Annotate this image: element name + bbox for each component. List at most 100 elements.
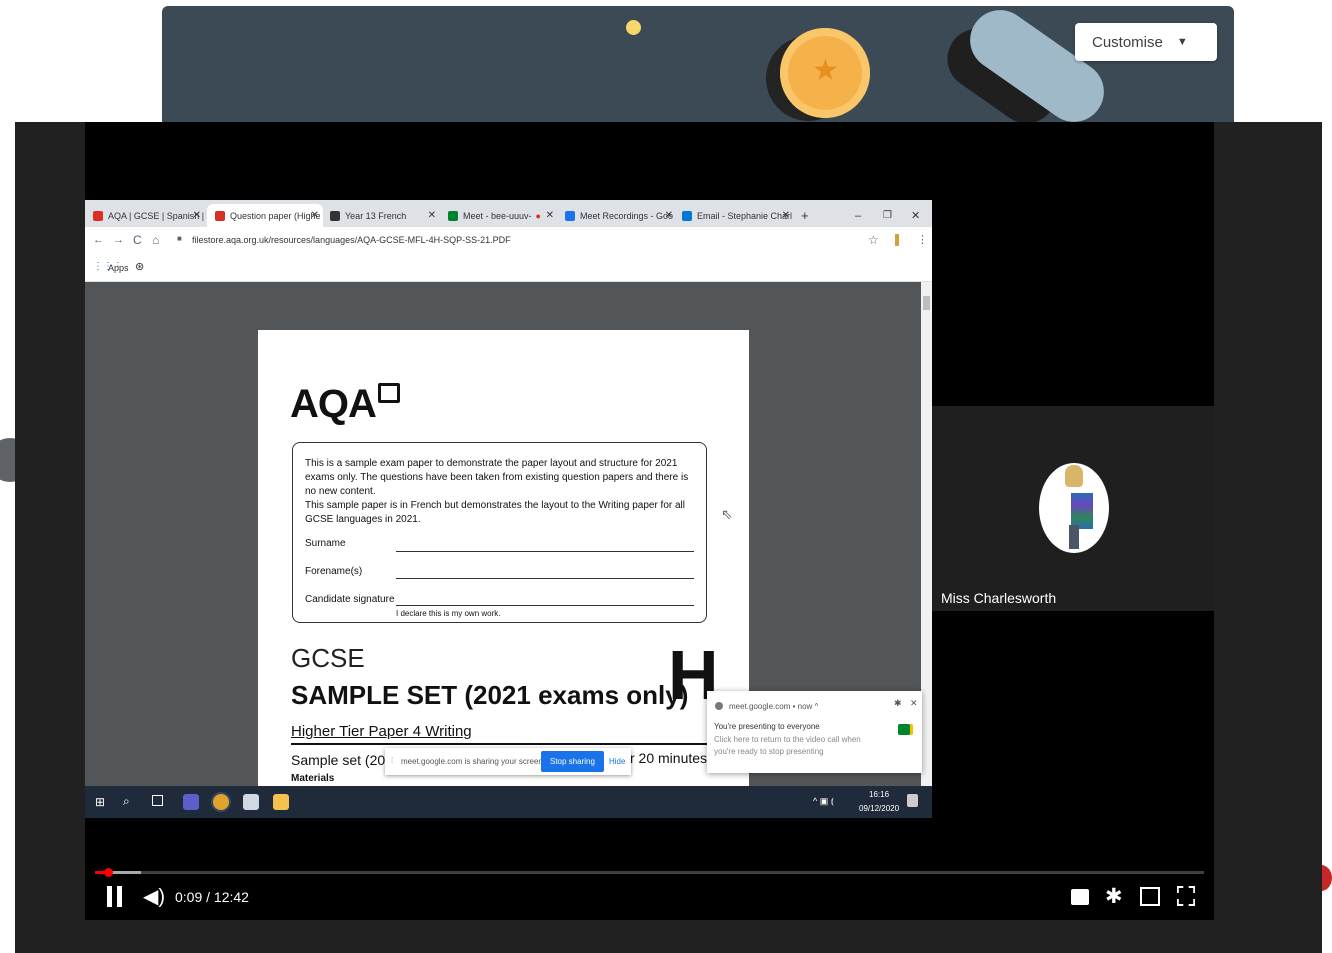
tab-strip: AQA | GCSE | Spanish | ✕ Question paper … <box>85 200 932 227</box>
forenames-label: Forename(s) <box>305 566 363 577</box>
banner-dot <box>626 20 641 35</box>
subtitles-icon[interactable] <box>1071 889 1089 905</box>
windows-start-icon[interactable]: ⊞ <box>95 795 105 809</box>
tab-label: Email - Stephanie Charl <box>697 210 793 221</box>
intro-text-2: This sample paper is in French but demon… <box>305 500 686 525</box>
signature-line <box>396 605 694 606</box>
minimize-button[interactable]: – <box>855 204 867 227</box>
chrome-icon <box>715 702 723 710</box>
settings-icon[interactable]: ✱ <box>894 698 902 709</box>
doc-icon <box>330 210 340 221</box>
tier-heading: Higher Tier Paper 4 Writing <box>291 723 472 740</box>
caret-down-icon: ▼ <box>1176 36 1188 48</box>
file-explorer-icon[interactable] <box>273 794 289 810</box>
duration-text: r 20 minutes <box>630 750 708 766</box>
tab-meet[interactable]: Meet - bee-uuuv- ● ✕ <box>448 204 558 227</box>
gcse-heading: GCSE <box>291 643 365 673</box>
volume-icon[interactable]: ◀) <box>143 884 165 909</box>
participant-tile-empty <box>932 122 1214 406</box>
divider <box>291 743 721 745</box>
shared-browser-window: AQA | GCSE | Spanish | ✕ Question paper … <box>85 200 932 818</box>
classroom-banner: ★ <box>162 6 1234 124</box>
close-icon[interactable]: ✕ <box>782 210 790 221</box>
pdf-icon <box>215 210 225 221</box>
clock-time: 16:16 <box>869 790 890 799</box>
teams-icon[interactable] <box>183 794 199 810</box>
notification-body: Click here to return to the video call w… <box>714 735 861 756</box>
notifications-icon[interactable] <box>907 794 918 807</box>
back-icon[interactable]: ← <box>93 234 104 246</box>
search-icon[interactable]: ⌕ <box>123 794 130 809</box>
customise-button[interactable]: Customise ▼ <box>1075 23 1217 61</box>
avatar-hair <box>1065 465 1083 487</box>
recording-dot-icon: ● <box>535 210 541 221</box>
drive-icon <box>565 210 575 221</box>
candidate-info-box: This is a sample exam paper to demonstra… <box>292 442 707 623</box>
globe-icon[interactable]: ⊛ <box>135 260 144 273</box>
close-icon[interactable]: ✕ <box>193 210 201 221</box>
address-bar-row: ← → C ⌂ ■ filestore.aqa.org.uk/resources… <box>85 227 932 255</box>
screen-share-bar: ⁞ meet.google.com is sharing your screen… <box>385 748 631 775</box>
tab-email[interactable]: Email - Stephanie Charl ✕ <box>682 204 794 227</box>
menu-dots-icon[interactable]: ⋮ <box>917 233 928 246</box>
apps-link[interactable]: Apps <box>108 263 129 273</box>
pdf-icon <box>93 210 103 221</box>
avatar-legs <box>1069 525 1079 549</box>
aqa-logo-text: AQA <box>290 382 377 426</box>
close-icon[interactable]: ✕ <box>910 698 918 709</box>
notification-title: You're presenting to everyone <box>714 722 820 731</box>
tab-year13-french[interactable]: Year 13 French ✕ <box>330 204 440 227</box>
progress-scrubber[interactable] <box>104 868 113 877</box>
drag-handle-icon[interactable]: ⁞ <box>391 756 393 765</box>
extension-icon[interactable] <box>895 234 899 246</box>
time-display: 0:09 / 12:42 <box>175 889 249 905</box>
surname-label: Surname <box>305 538 346 549</box>
clock-date: 09/12/2020 <box>859 804 900 813</box>
participant-name: Miss Charlesworth <box>941 590 1057 606</box>
meet-notification[interactable]: meet.google.com • now ^ ✱ ✕ You're prese… <box>707 691 922 773</box>
progress-bar[interactable] <box>95 871 1204 874</box>
notification-source: meet.google.com • now ^ <box>729 702 819 711</box>
meet-logo-icon <box>898 724 910 735</box>
stop-sharing-button[interactable]: Stop sharing <box>541 751 604 772</box>
home-icon[interactable]: ⌂ <box>152 233 159 247</box>
close-icon[interactable]: ✕ <box>311 210 319 221</box>
avatar <box>1039 463 1109 553</box>
tab-label: Year 13 French <box>345 210 407 221</box>
surname-line <box>396 551 694 552</box>
participant-tile[interactable]: Miss Charlesworth <box>932 406 1214 611</box>
declaration-text: I declare this is my own work. <box>396 609 501 618</box>
tab-label: Meet Recordings - Goo <box>580 210 674 221</box>
customise-label: Customise <box>1092 33 1163 51</box>
pause-icon[interactable] <box>107 886 122 912</box>
aqa-logo: AQA <box>290 382 400 427</box>
forenames-line <box>396 578 694 579</box>
tab-meet-recordings[interactable]: Meet Recordings - Goo ✕ <box>565 204 677 227</box>
task-view-icon[interactable] <box>152 795 163 806</box>
new-tab-button[interactable]: + <box>801 204 815 227</box>
url-field[interactable]: filestore.aqa.org.uk/resources/languages… <box>192 235 511 245</box>
cursor-icon: ⇖ <box>721 506 733 522</box>
close-window-button[interactable]: ✕ <box>911 204 923 227</box>
meet-icon <box>448 210 458 221</box>
forward-icon[interactable]: → <box>113 234 124 246</box>
tab-aqa-spanish[interactable]: AQA | GCSE | Spanish | ✕ <box>93 204 205 227</box>
scroll-thumb[interactable] <box>923 296 930 310</box>
restore-button[interactable]: ❐ <box>883 204 895 227</box>
pdf-scrollbar[interactable] <box>921 282 932 786</box>
reload-icon[interactable]: C <box>133 233 142 247</box>
star-icon: ★ <box>812 54 839 87</box>
miniplayer-icon[interactable] <box>1140 887 1160 906</box>
close-icon[interactable]: ✕ <box>428 210 436 221</box>
bookmark-star-icon[interactable]: ☆ <box>868 233 879 247</box>
chrome-taskbar-icon[interactable] <box>213 794 229 810</box>
tab-question-paper[interactable]: Question paper (Highe ✕ <box>207 204 323 227</box>
hide-button[interactable]: Hide <box>609 757 625 766</box>
bookmarks-bar: ⋮⋮⋮ Apps ⊛ <box>85 255 932 282</box>
sims-icon[interactable] <box>243 794 259 810</box>
settings-icon[interactable]: ✱ <box>1105 884 1123 909</box>
intro-text: This is a sample exam paper to demonstra… <box>305 458 689 497</box>
close-icon[interactable]: ✕ <box>665 210 673 221</box>
tray-icons[interactable]: ^ ▣ ⦅ <box>813 796 834 807</box>
close-icon[interactable]: ✕ <box>546 210 554 221</box>
